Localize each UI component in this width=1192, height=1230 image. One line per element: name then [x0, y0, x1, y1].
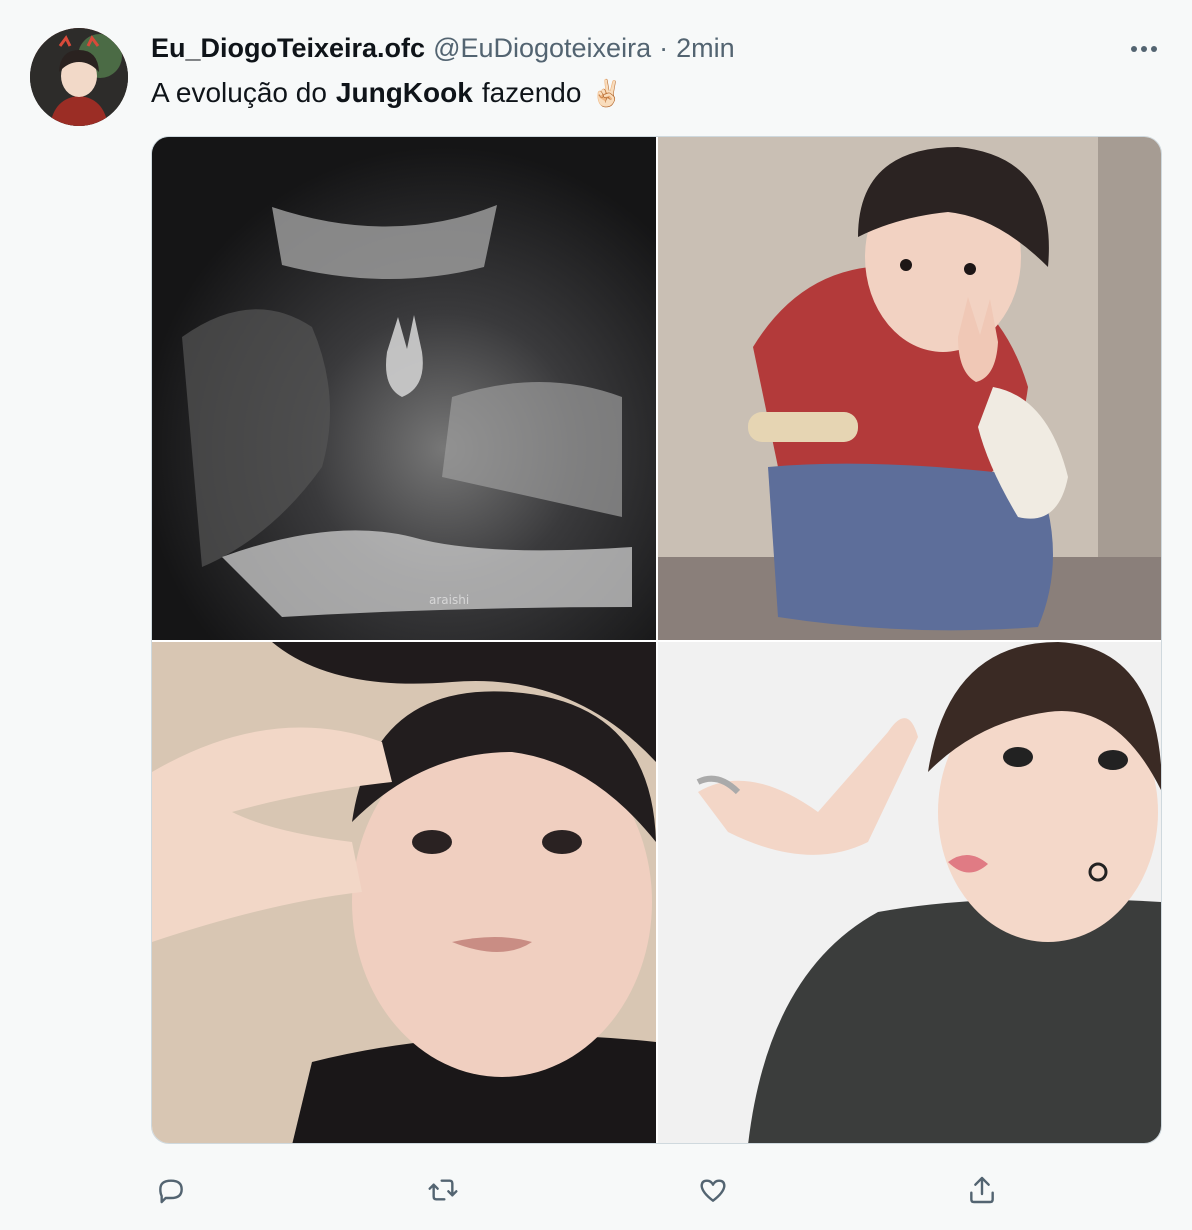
more-icon: [1141, 46, 1147, 52]
more-icon: [1151, 46, 1157, 52]
reply-icon: [159, 1179, 183, 1204]
share-icon: [970, 1176, 994, 1204]
user-handle[interactable]: @EuDiogoteixeira: [433, 33, 651, 64]
like-icon: [700, 1179, 726, 1202]
tweet-card[interactable]: Eu_DiogoTeixeira.ofc @EuDiogoteixeira · …: [0, 0, 1192, 1230]
display-name[interactable]: Eu_DiogoTeixeira.ofc: [151, 33, 425, 64]
media-grid: araishi: [151, 136, 1162, 1144]
tweet-text: A evolução do JungKook fazendo ✌🏻: [151, 75, 623, 111]
ultrasound-photo[interactable]: araishi: [152, 137, 656, 640]
adult-photo[interactable]: [658, 642, 1161, 1143]
tweet-actions: [0, 1170, 1192, 1214]
watermark: araishi: [429, 593, 469, 607]
like-button[interactable]: [693, 1170, 733, 1210]
avatar[interactable]: [30, 28, 128, 126]
timestamp[interactable]: 2min: [676, 33, 735, 64]
retweet-icon: [428, 1179, 458, 1201]
tweet-header: Eu_DiogoTeixeira.ofc @EuDiogoteixeira · …: [151, 30, 735, 66]
more-icon: [1131, 46, 1137, 52]
peace-sign-emoji: ✌🏻: [590, 78, 623, 108]
tweet-text-bold: JungKook: [335, 77, 473, 108]
reply-button[interactable]: [151, 1170, 191, 1210]
teen-photo[interactable]: [152, 642, 656, 1143]
tweet-text-start: A evolução do: [151, 77, 327, 108]
more-options-button[interactable]: [1124, 33, 1164, 65]
avatar-image: [30, 28, 128, 126]
retweet-button[interactable]: [423, 1170, 463, 1210]
tweet-text-end: fazendo: [481, 77, 582, 108]
child-photo[interactable]: [658, 137, 1161, 640]
separator-dot: ·: [659, 32, 669, 63]
share-button[interactable]: [962, 1170, 1002, 1210]
